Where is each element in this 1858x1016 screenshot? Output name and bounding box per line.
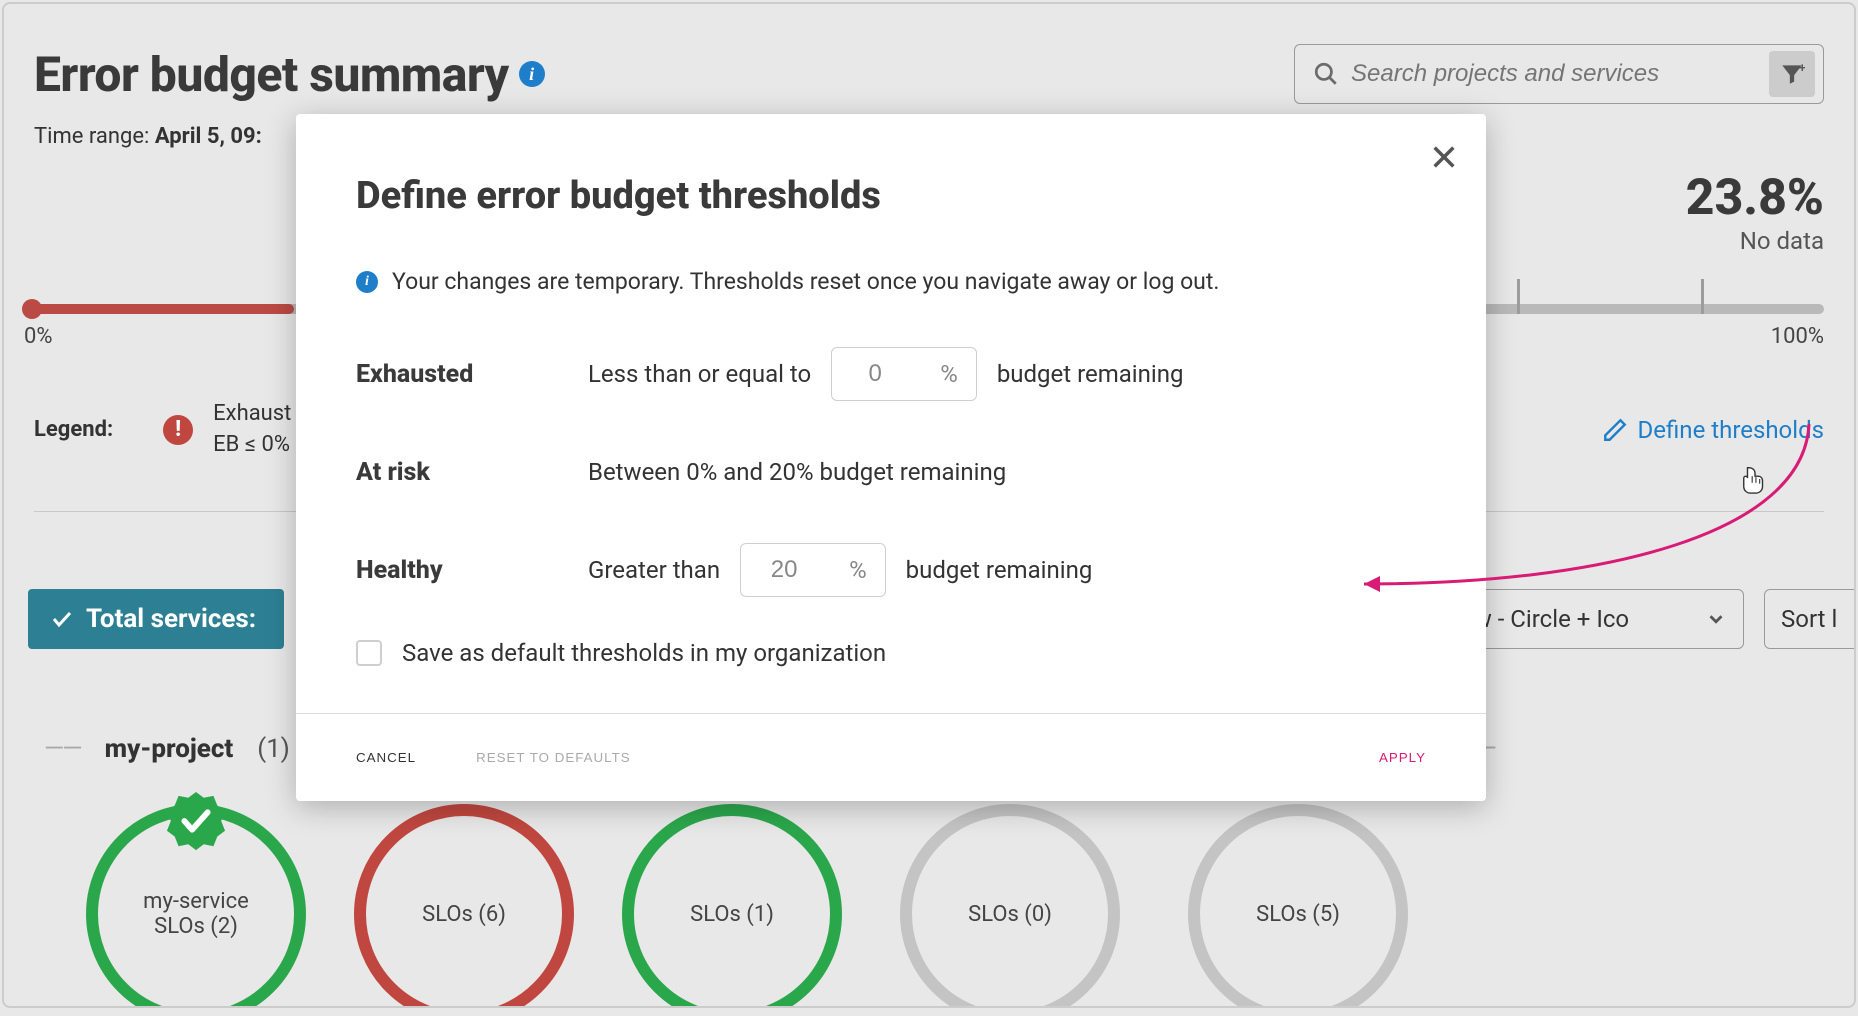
save-default-label: Save as default thresholds in my organiz… (402, 639, 886, 667)
stat-value: 23.8% (1686, 169, 1824, 227)
close-button[interactable] (1430, 140, 1458, 178)
healthy-input-wrap[interactable]: % (740, 543, 886, 597)
service-circle[interactable]: SLOs (1) (622, 804, 842, 1008)
group-name: my-project (105, 734, 234, 764)
filter-button[interactable]: + (1769, 51, 1815, 97)
exhausted-pre: Less than or equal to (588, 360, 811, 388)
legend-exhausted: Exhaust EB ≤ 0% (213, 399, 291, 461)
healthy-pre: Greater than (588, 556, 720, 584)
healthy-post: budget remaining (906, 556, 1093, 584)
percent-unit: % (849, 556, 867, 584)
exhausted-input[interactable] (850, 360, 900, 388)
modal-note-text: Your changes are temporary. Thresholds r… (392, 268, 1219, 295)
gauge-right-label: 100% (1771, 324, 1824, 349)
service-circle[interactable]: SLOs (6) (354, 804, 574, 1008)
service-slo-count: SLOs (0) (968, 902, 1052, 927)
close-icon (1430, 143, 1458, 171)
check-icon (50, 607, 74, 631)
view-select[interactable]: ew - Circle + Ico (1444, 589, 1744, 649)
total-services-chip[interactable]: Total services: (28, 589, 284, 649)
atrisk-label: At risk (356, 458, 566, 487)
info-icon[interactable]: i (519, 61, 545, 87)
service-circle[interactable]: SLOs (5) (1188, 804, 1408, 1008)
thresholds-modal: Define error budget thresholds i Your ch… (296, 114, 1486, 801)
search-icon (1313, 61, 1339, 87)
service-circle[interactable]: my-service SLOs (2) (86, 804, 306, 1008)
cursor-icon (1740, 464, 1770, 494)
modal-title: Define error budget thresholds (356, 174, 1426, 218)
verified-seal-icon (165, 790, 227, 852)
info-icon: i (356, 271, 378, 293)
reset-defaults-button[interactable]: RESET TO DEFAULTS (476, 750, 631, 765)
percent-unit: % (940, 360, 958, 388)
cancel-button[interactable]: CANCEL (356, 750, 416, 765)
atrisk-text: Between 0% and 20% budget remaining (588, 458, 1006, 486)
exhausted-label: Exhausted (356, 360, 566, 389)
pencil-icon (1602, 417, 1628, 443)
healthy-label: Healthy (356, 556, 566, 585)
save-default-checkbox[interactable] (356, 640, 382, 666)
chevron-down-icon (1705, 608, 1727, 630)
exhausted-badge-icon: ! (163, 415, 193, 445)
define-thresholds-link[interactable]: Define thresholds (1602, 416, 1824, 444)
collapse-handle[interactable]: —— (44, 734, 81, 764)
svg-text:+: + (1799, 61, 1806, 75)
service-slo-count: SLOs (6) (422, 902, 506, 927)
apply-button[interactable]: APPLY (1379, 750, 1426, 765)
funnel-plus-icon: + (1779, 61, 1805, 87)
gauge-knob[interactable] (22, 299, 42, 319)
gauge-left-label: 0% (24, 324, 52, 349)
service-slo-count: SLOs (2) (154, 914, 238, 939)
legend-label: Legend: (34, 417, 113, 442)
healthy-input[interactable] (759, 556, 809, 584)
search-input[interactable] (1339, 60, 1769, 88)
service-circle[interactable]: SLOs (0) (900, 804, 1120, 1008)
service-slo-count: SLOs (1) (690, 902, 774, 927)
exhausted-input-wrap[interactable]: % (831, 347, 977, 401)
exhausted-post: budget remaining (997, 360, 1184, 388)
sort-select[interactable]: Sort l (1764, 589, 1856, 649)
page-title: Error budget summary (34, 46, 509, 103)
search-box[interactable]: + (1294, 44, 1824, 104)
service-slo-count: SLOs (5) (1256, 902, 1340, 927)
group-count: (1) (257, 734, 290, 764)
stat-label: No data (1686, 227, 1824, 255)
service-name: my-service (143, 889, 249, 914)
